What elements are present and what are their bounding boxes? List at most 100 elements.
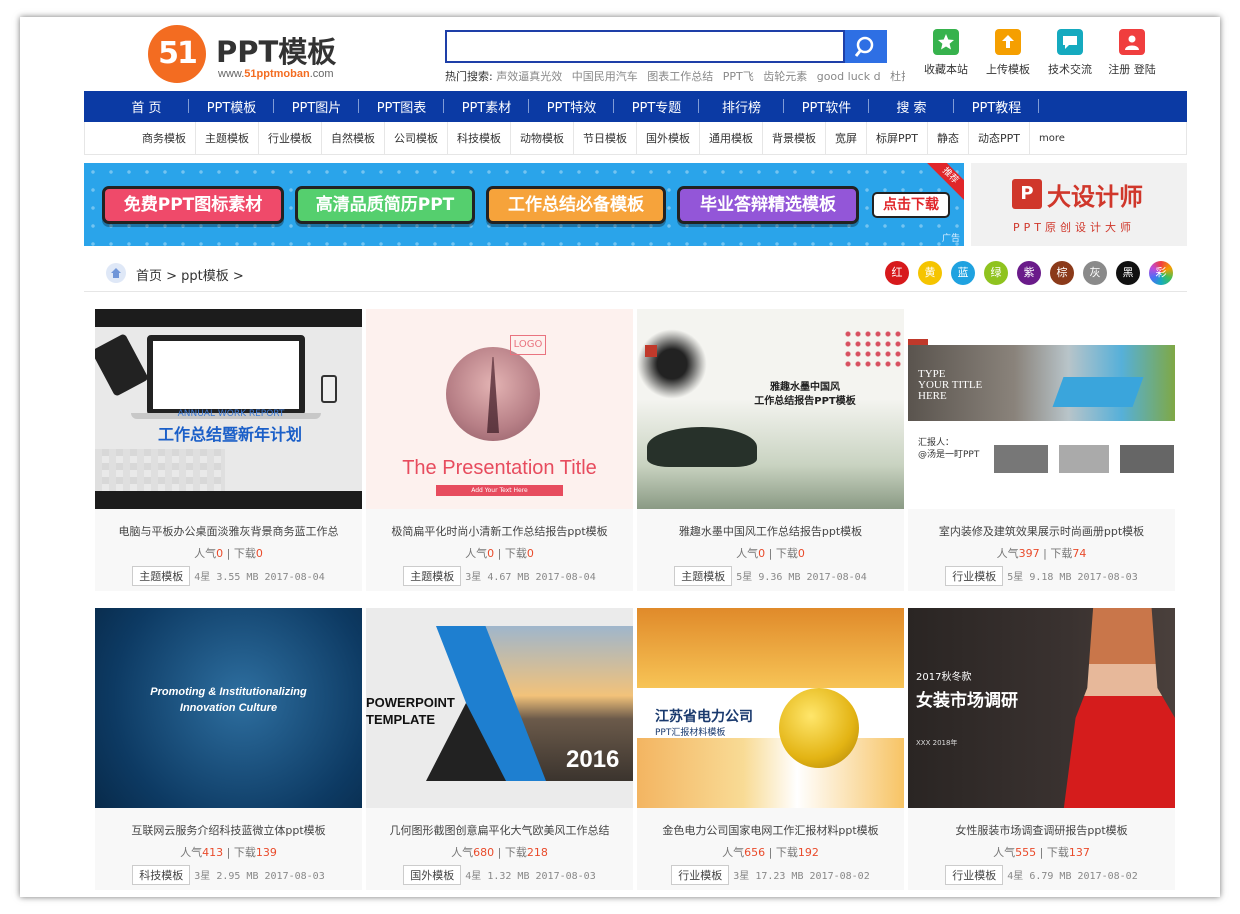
category-link[interactable]: 商务模板 (133, 121, 196, 155)
template-card[interactable]: TYPE YOUR TITLE HERE 汇报人： @汤是一盯PPT 室内装修及建筑效… (908, 309, 1175, 591)
color-filter-dot[interactable]: 灰 (1083, 261, 1107, 285)
more-link[interactable]: more (1030, 122, 1074, 155)
bookmark-site-button[interactable]: 收藏本站 (915, 29, 977, 85)
template-card[interactable]: Promoting & Institutionalizing Innovation… (95, 608, 362, 890)
promo-banner[interactable]: 免费PPT图标素材 高清品质简历PPT 工作总结必备模板 毕业答辩精选模板 点击… (84, 163, 964, 246)
template-title[interactable]: 雅趣水墨中国风工作总结报告ppt模板 (637, 523, 904, 539)
hot-keyword[interactable]: 中国民用汽车 (572, 70, 638, 83)
category-link[interactable]: 动物模板 (511, 121, 574, 155)
template-card[interactable]: LOGO The Presentation Title Add Your Tex… (366, 309, 633, 591)
template-title[interactable]: 电脑与平板办公桌面淡雅灰背景商务蓝工作总 (95, 523, 362, 539)
template-thumbnail[interactable]: 雅趣水墨中国风 工作总结报告PPT模板 (637, 309, 904, 509)
category-tag[interactable]: 行业模板 (945, 865, 1004, 885)
designer-banner[interactable]: P 大设计师 PPT原创设计大师 (971, 163, 1187, 246)
thumb-bar (95, 491, 362, 509)
nav-item-rankings[interactable]: 排行榜 (699, 97, 784, 116)
category-tag[interactable]: 主题模板 (674, 566, 733, 586)
tech-exchange-button[interactable]: 技术交流 (1039, 29, 1101, 85)
category-link[interactable]: 静态 (928, 121, 969, 155)
category-link[interactable]: 动态PPT (969, 121, 1030, 155)
category-tag[interactable]: 国外模板 (403, 865, 462, 885)
template-title[interactable]: 互联网云服务介绍科技蓝微立体ppt模板 (95, 822, 362, 838)
template-thumbnail[interactable]: POWERPOINT TEMPLATE 2016 (366, 608, 633, 808)
star-icon (933, 29, 959, 55)
template-card[interactable]: ANNUAL WORK REPORT 工作总结暨新年计划 电脑与平板办公桌面淡雅… (95, 309, 362, 591)
search-input[interactable] (445, 30, 845, 63)
hot-keyword[interactable]: 杜拉 (890, 70, 905, 83)
template-thumbnail[interactable]: TYPE YOUR TITLE HERE 汇报人： @汤是一盯PPT (908, 309, 1175, 509)
hot-keyword[interactable]: 声效逼真光效 (496, 70, 562, 83)
template-thumbnail[interactable]: 2017秋冬款 女装市场调研 XXX 2018年 (908, 608, 1175, 808)
banner-pill-defense[interactable]: 毕业答辩精选模板 (677, 186, 859, 224)
hot-keyword[interactable]: PPT飞 (723, 70, 754, 83)
home-icon[interactable] (106, 263, 126, 283)
template-card[interactable]: 2017秋冬款 女装市场调研 XXX 2018年 女性服装市场调查调研报告ppt… (908, 608, 1175, 890)
template-thumbnail[interactable]: ANNUAL WORK REPORT 工作总结暨新年计划 (95, 309, 362, 509)
category-link[interactable]: 主题模板 (196, 121, 259, 155)
color-filter-dot[interactable]: 蓝 (951, 261, 975, 285)
nav-item-ppt-templates[interactable]: PPT模板 (189, 97, 274, 116)
template-title[interactable]: 女性服装市场调查调研报告ppt模板 (908, 822, 1175, 838)
banner-pill-icons[interactable]: 免费PPT图标素材 (102, 186, 284, 224)
site-logo[interactable]: 51 PPT模板 www.51pptmoban.com (148, 25, 368, 85)
nav-item-ppt-images[interactable]: PPT图片 (274, 97, 359, 116)
color-filter-dot[interactable]: 绿 (984, 261, 1008, 285)
template-title[interactable]: 极简扁平化时尚小清新工作总结报告ppt模板 (366, 523, 633, 539)
category-link[interactable]: 科技模板 (448, 121, 511, 155)
category-tag[interactable]: 主题模板 (132, 566, 191, 586)
template-thumbnail[interactable]: 江苏省电力公司 PPT汇报材料模板 (637, 608, 904, 808)
category-link[interactable]: 节日模板 (574, 121, 637, 155)
category-link[interactable]: 国外模板 (637, 121, 700, 155)
category-nav: 商务模板 主题模板 行业模板 自然模板 公司模板 科技模板 动物模板 节日模板 … (84, 121, 1187, 155)
thumb-text: 江苏省电力公司 (655, 709, 753, 725)
category-link[interactable]: 标屏PPT (867, 121, 928, 155)
nav-item-search[interactable]: 搜 索 (869, 97, 954, 116)
category-tag[interactable]: 行业模板 (945, 566, 1004, 586)
color-filter-dot[interactable]: 棕 (1050, 261, 1074, 285)
color-filter-dot[interactable]: 彩 (1149, 261, 1173, 285)
template-title[interactable]: 几何图形截图创意扁平化大气欧美风工作总结 (366, 822, 633, 838)
hot-keyword[interactable]: 图表工作总结 (647, 70, 713, 83)
logo-url: www.51pptmoban.com (218, 68, 334, 80)
category-tag[interactable]: 主题模板 (403, 566, 462, 586)
color-filter-dot[interactable]: 黄 (918, 261, 942, 285)
nav-item-ppt-charts[interactable]: PPT图表 (359, 97, 444, 116)
category-link[interactable]: 行业模板 (259, 121, 322, 155)
template-card[interactable]: 雅趣水墨中国风 工作总结报告PPT模板 雅趣水墨中国风工作总结报告ppt模板 人气… (637, 309, 904, 591)
thumb-bar (95, 309, 362, 327)
category-tag[interactable]: 科技模板 (132, 865, 191, 885)
upload-template-button[interactable]: 上传模板 (977, 29, 1039, 85)
category-link[interactable]: 自然模板 (322, 121, 385, 155)
thumb-ball (779, 688, 859, 768)
banner-download-button[interactable]: 点击下载 (872, 192, 950, 218)
nav-item-ppt-materials[interactable]: PPT素材 (444, 97, 529, 116)
banner-pill-summary[interactable]: 工作总结必备模板 (486, 186, 666, 224)
template-card[interactable]: 江苏省电力公司 PPT汇报材料模板 金色电力公司国家电网工作汇报材料ppt模板 … (637, 608, 904, 890)
nav-item-ppt-topics[interactable]: PPT专题 (614, 97, 699, 116)
hot-keyword[interactable]: good luck d (817, 70, 881, 83)
category-link[interactable]: 背景模板 (763, 121, 826, 155)
breadcrumb[interactable]: 首页 > ppt模板 > (136, 265, 244, 284)
template-thumbnail[interactable]: LOGO The Presentation Title Add Your Tex… (366, 309, 633, 509)
nav-item-ppt-tutorials[interactable]: PPT教程 (954, 97, 1039, 116)
register-login-button[interactable]: 注册 登陆 (1101, 29, 1163, 85)
category-link[interactable]: 宽屏 (826, 121, 867, 155)
nav-item-home[interactable]: 首 页 (104, 97, 189, 116)
template-title[interactable]: 室内装修及建筑效果展示时尚画册ppt模板 (908, 523, 1175, 539)
nav-item-ppt-software[interactable]: PPT软件 (784, 97, 869, 116)
color-filter-dot[interactable]: 紫 (1017, 261, 1041, 285)
template-title[interactable]: 金色电力公司国家电网工作汇报材料ppt模板 (637, 822, 904, 838)
banner-pill-resume[interactable]: 高清品质简历PPT (295, 186, 475, 224)
template-thumbnail[interactable]: Promoting & Institutionalizing Innovation… (95, 608, 362, 808)
thumb-text: POWERPOINT TEMPLATE (366, 695, 455, 727)
hot-keyword[interactable]: 齿轮元素 (763, 70, 807, 83)
thumb-top (908, 309, 1175, 345)
color-filter-dot[interactable]: 红 (885, 261, 909, 285)
search-button[interactable] (845, 30, 887, 63)
category-tag[interactable]: 行业模板 (671, 865, 730, 885)
nav-item-ppt-effects[interactable]: PPT特效 (529, 97, 614, 116)
category-link[interactable]: 通用模板 (700, 121, 763, 155)
color-filter-dot[interactable]: 黑 (1116, 261, 1140, 285)
template-card[interactable]: POWERPOINT TEMPLATE 2016 几何图形截图创意扁平化大气欧美风… (366, 608, 633, 890)
category-link[interactable]: 公司模板 (385, 121, 448, 155)
